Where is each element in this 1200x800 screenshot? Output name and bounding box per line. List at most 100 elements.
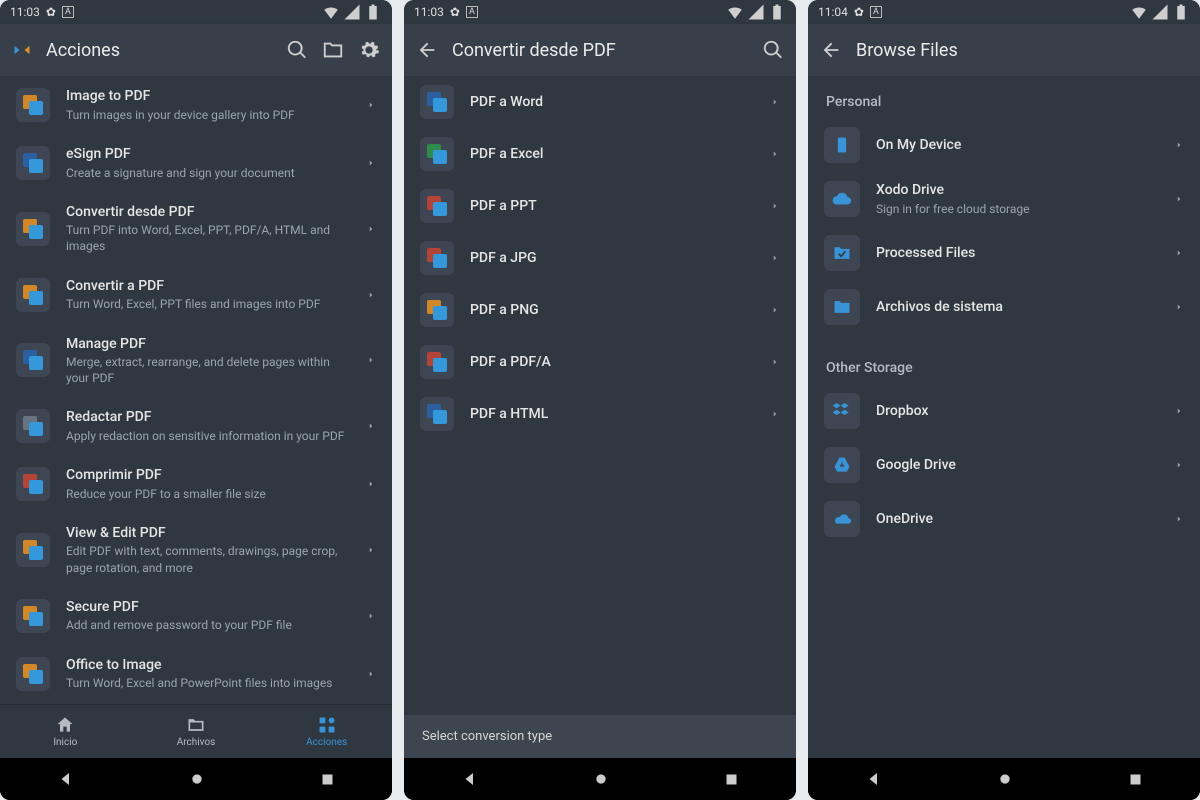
action-icon <box>16 657 50 691</box>
other-storage-list: Dropbox Google DriveOneDrive <box>808 384 1200 546</box>
battery-icon <box>364 3 382 21</box>
action-text: View & Edit PDFEdit PDF with text, comme… <box>66 524 350 576</box>
convert-option[interactable]: PDF a JPG <box>404 232 796 284</box>
storage-item[interactable]: Processed Files <box>808 226 1200 280</box>
storage-item[interactable]: Xodo DriveSign in for free cloud storage <box>808 172 1200 226</box>
bottom-nav: Inicio Archivos Acciones <box>0 704 392 758</box>
action-title: Redactar PDF <box>66 408 350 426</box>
action-item[interactable]: Manage PDFMerge, extract, rearrange, and… <box>0 324 392 398</box>
settings-mini-icon: ✿ <box>46 5 56 19</box>
page-title: Convertir desde PDF <box>452 40 748 61</box>
storage-item-subtitle: Sign in for free cloud storage <box>876 201 1158 217</box>
action-icon <box>16 409 50 443</box>
storage-item-icon <box>824 447 860 483</box>
convert-option[interactable]: PDF a PPT <box>404 180 796 232</box>
storage-item-text: Archivos de sistema <box>876 298 1158 316</box>
storage-item-icon <box>824 501 860 537</box>
convert-option-title: PDF a JPG <box>470 249 754 267</box>
action-icon <box>16 146 50 180</box>
convert-option-icon <box>420 293 454 327</box>
action-subtitle: Reduce your PDF to a smaller file size <box>66 486 350 502</box>
nav-archivos[interactable]: Archivos <box>131 705 262 758</box>
convert-option-icon <box>420 189 454 223</box>
battery-icon <box>768 3 786 21</box>
action-title: Convertir a PDF <box>66 277 350 295</box>
convert-options-list[interactable]: PDF a Word PDF a Excel PDF a PPT PDF a JPG P… <box>404 76 796 715</box>
nav-acciones[interactable]: Acciones <box>261 705 392 758</box>
nav-inicio[interactable]: Inicio <box>0 705 131 758</box>
action-item[interactable]: Convertir desde PDFTurn PDF into Word, E… <box>0 192 392 266</box>
storage-item-icon <box>824 289 860 325</box>
action-subtitle: Apply redaction on sensitive information… <box>66 428 350 444</box>
recent-softkey[interactable] <box>724 772 739 787</box>
action-item[interactable]: Comprimir PDFReduce your PDF to a smalle… <box>0 455 392 513</box>
convert-option-icon <box>420 85 454 119</box>
back-softkey[interactable] <box>57 770 75 788</box>
recent-softkey[interactable] <box>1128 772 1143 787</box>
action-item[interactable]: Office to ImageTurn Word, Excel and Powe… <box>0 645 392 703</box>
action-item[interactable]: View & Edit PDFEdit PDF with text, comme… <box>0 513 392 587</box>
phone-screen-browse-files: 11:04 ✿ A Browse Files Personal On My De… <box>808 0 1200 800</box>
appbar: Browse Files <box>808 24 1200 76</box>
action-text: Office to ImageTurn Word, Excel and Powe… <box>66 656 350 691</box>
recent-softkey[interactable] <box>320 772 335 787</box>
status-bar: 11:04 ✿ A <box>808 0 1200 24</box>
wifi-icon <box>1130 3 1148 21</box>
storage-item-title: Dropbox <box>876 402 1158 420</box>
action-text: eSign PDFCreate a signature and sign you… <box>66 145 350 180</box>
convert-option[interactable]: PDF a HTML <box>404 388 796 440</box>
convert-option[interactable]: PDF a PDF/A <box>404 336 796 388</box>
action-icon <box>16 599 50 633</box>
action-item[interactable]: Image to PDFTurn images in your device g… <box>0 76 392 134</box>
settings-icon[interactable] <box>358 39 380 61</box>
actions-list[interactable]: Image to PDFTurn images in your device g… <box>0 76 392 704</box>
convert-option[interactable]: PDF a Word <box>404 76 796 128</box>
action-item[interactable]: Redactar PDF Apply redaction on sensitive… <box>0 397 392 455</box>
storage-item-text: Processed Files <box>876 244 1158 262</box>
storage-item[interactable]: Dropbox <box>808 384 1200 438</box>
back-icon[interactable] <box>820 39 842 61</box>
search-icon[interactable] <box>286 39 308 61</box>
storage-item-icon <box>824 127 860 163</box>
back-softkey[interactable] <box>461 770 479 788</box>
nav-inicio-label: Inicio <box>53 737 77 748</box>
action-title: Secure PDF <box>66 598 350 616</box>
storage-item[interactable]: OneDrive <box>808 492 1200 546</box>
home-softkey[interactable] <box>189 771 205 787</box>
signal-icon <box>343 3 361 21</box>
action-item[interactable]: Convertir a PDFTurn Word, Excel, PPT fil… <box>0 266 392 324</box>
storage-item-text: Dropbox <box>876 402 1158 420</box>
status-bar: 11:03 ✿ A <box>0 0 392 24</box>
search-icon[interactable] <box>762 39 784 61</box>
storage-item-icon <box>824 235 860 271</box>
action-text: Image to PDFTurn images in your device g… <box>66 87 350 122</box>
storage-item-icon <box>824 181 860 217</box>
storage-item[interactable]: On My Device <box>808 118 1200 172</box>
storage-item-icon <box>824 393 860 429</box>
home-softkey[interactable] <box>997 771 1013 787</box>
convert-option[interactable]: PDF a Excel <box>404 128 796 180</box>
action-subtitle: Turn images in your device gallery into … <box>66 107 350 123</box>
back-softkey[interactable] <box>865 770 883 788</box>
convert-option-title: PDF a Excel <box>470 145 754 163</box>
page-title: Acciones <box>46 40 272 61</box>
action-subtitle: Edit PDF with text, comments, drawings, … <box>66 543 350 575</box>
action-item[interactable]: Secure PDFAdd and remove password to you… <box>0 587 392 645</box>
action-item[interactable]: eSign PDFCreate a signature and sign you… <box>0 134 392 192</box>
convert-options-panel: PDF a Word PDF a Excel PDF a PPT PDF a JPG P… <box>404 76 796 758</box>
home-softkey[interactable] <box>593 771 609 787</box>
action-icon <box>16 212 50 246</box>
action-icon <box>16 278 50 312</box>
folder-icon[interactable] <box>322 39 344 61</box>
app-logo-icon <box>12 40 32 60</box>
action-subtitle: Turn Word, Excel and PowerPoint files in… <box>66 675 350 691</box>
convert-option-text: PDF a JPG <box>470 249 754 267</box>
action-title: View & Edit PDF <box>66 524 350 542</box>
convert-option[interactable]: PDF a PNG <box>404 284 796 336</box>
convert-option-icon <box>420 397 454 431</box>
section-header-other: Other Storage <box>808 334 1200 384</box>
storage-item[interactable]: Google Drive <box>808 438 1200 492</box>
back-icon[interactable] <box>416 39 438 61</box>
storage-item[interactable]: Archivos de sistema <box>808 280 1200 334</box>
convert-option-icon <box>420 137 454 171</box>
